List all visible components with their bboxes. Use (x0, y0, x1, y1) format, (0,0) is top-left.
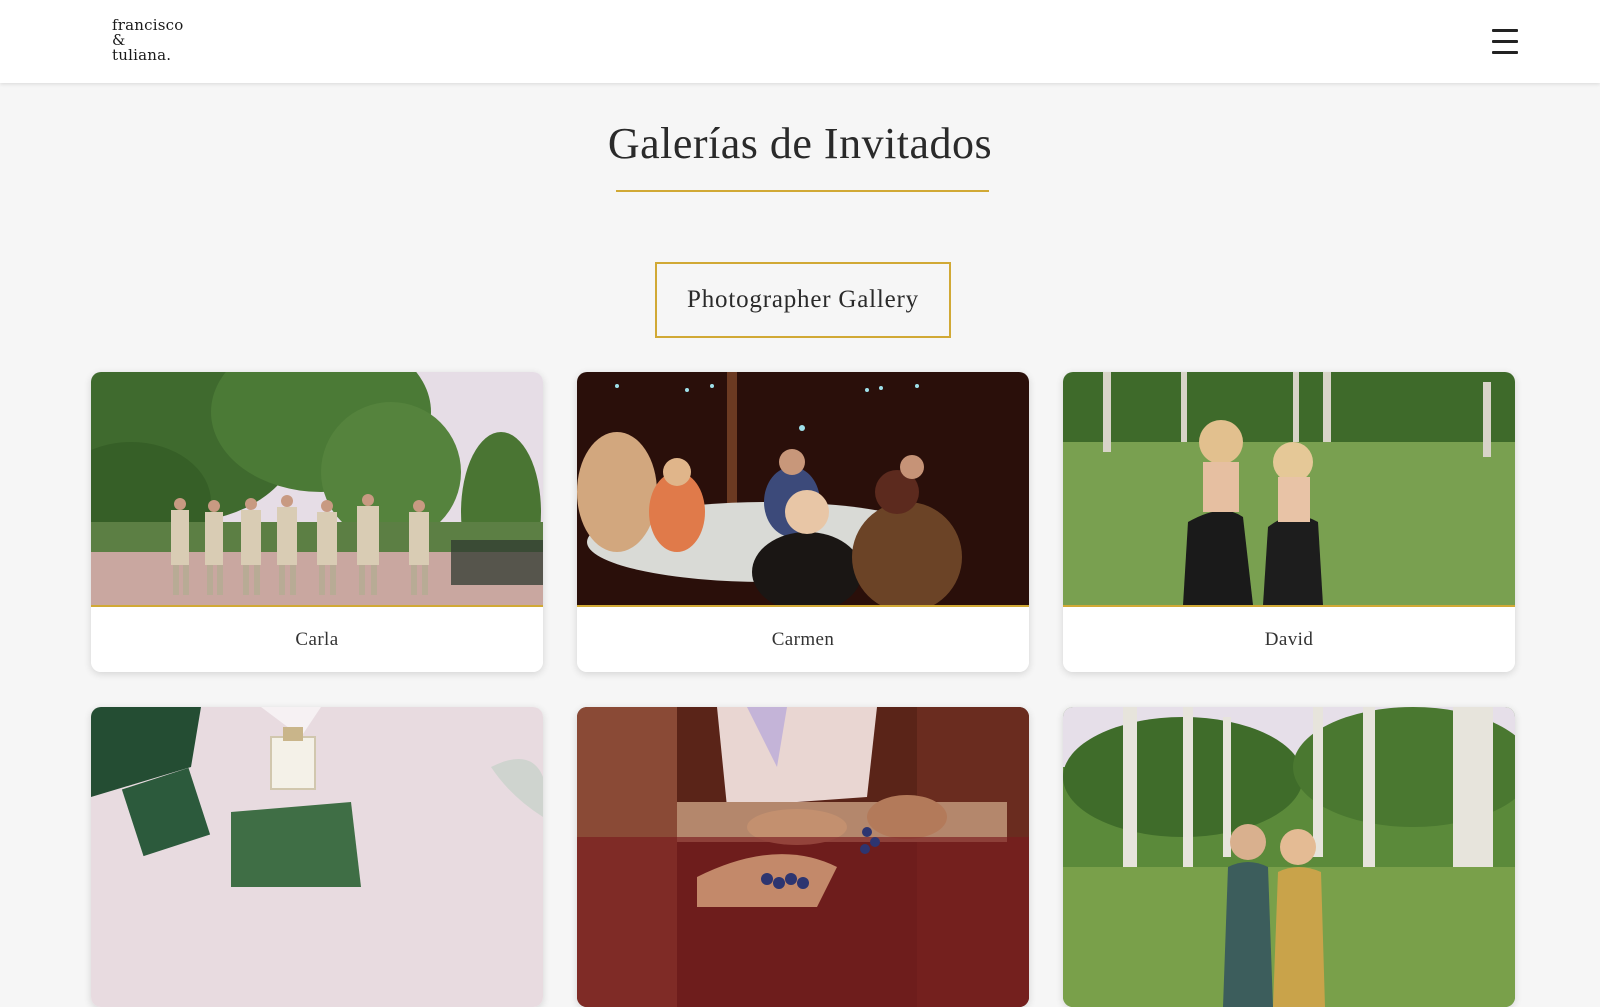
gallery-photo (91, 707, 543, 1007)
gallery-card[interactable] (577, 707, 1029, 1007)
gallery-card-name: David (1063, 605, 1515, 672)
gallery-card-carmen[interactable]: Carmen (577, 372, 1029, 672)
gallery-photo (1063, 372, 1515, 605)
gallery-card-name: Carla (91, 605, 543, 672)
gallery-card-carla[interactable]: Carla (91, 372, 543, 672)
site-logo[interactable]: francisco & tuliana. (112, 18, 202, 63)
gallery-card[interactable] (91, 707, 543, 1007)
gallery-card[interactable] (1063, 707, 1515, 1007)
photographer-gallery-button[interactable]: Photographer Gallery (655, 262, 951, 338)
gallery-photo (91, 372, 543, 605)
gallery-photo (577, 707, 1029, 1007)
gallery-card-david[interactable]: David (1063, 372, 1515, 672)
page-title: Galerías de Invitados (607, 119, 993, 168)
gallery-card-name: Carmen (577, 605, 1029, 672)
title-underline (616, 190, 989, 192)
hamburger-menu-icon[interactable] (1490, 26, 1520, 56)
gallery-photo (1063, 707, 1515, 1007)
gallery-photo (577, 372, 1029, 605)
logo-line-3: tuliana. (112, 46, 172, 64)
site-header: francisco & tuliana. (0, 0, 1600, 83)
